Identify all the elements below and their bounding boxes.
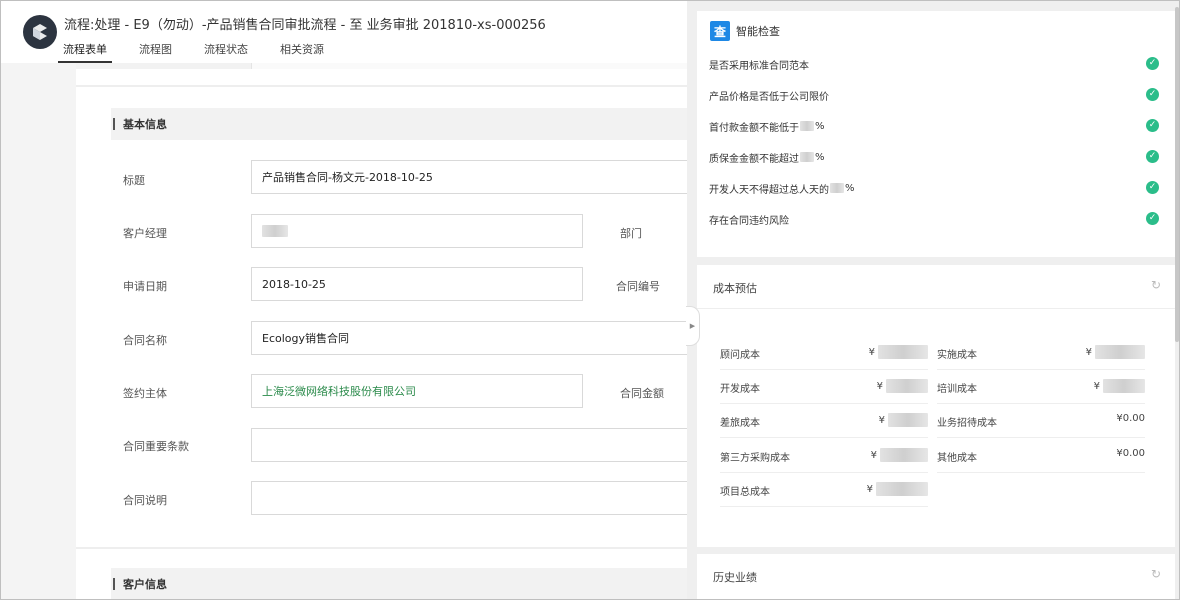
form-top-strip	[76, 63, 687, 69]
smart-check-title: 智能检查	[736, 25, 780, 38]
app-window: 流程:处理 - E9（勿动）-产品销售合同审批流程 - 至 业务审批 20181…	[0, 0, 1180, 600]
collapse-arrow-icon[interactable]: ▶	[686, 306, 700, 346]
check-item-suffix: %	[815, 120, 825, 132]
check-item-suffix: %	[815, 151, 825, 163]
cost-value: ¥0.00	[1116, 413, 1145, 424]
check-item: 产品价格是否低于公司限价 ✓	[709, 86, 1159, 104]
cost-item: 差旅成本 ¥	[720, 404, 928, 438]
contract-name-field[interactable]: Ecology销售合同	[251, 321, 687, 355]
title-field[interactable]: 产品销售合同-杨文元-2018-10-25	[251, 160, 687, 194]
cost-item: 项目总成本 ¥	[720, 473, 928, 507]
field-label-contract-no: 合同编号	[616, 280, 660, 293]
check-item-text: 开发人天不得超过总人天的	[709, 184, 829, 196]
form-area: 基本信息 标题 产品销售合同-杨文元-2018-10-25 客户经理 部门 申请…	[76, 63, 687, 599]
cost-item: 第三方采购成本 ¥	[720, 439, 928, 473]
cost-value: ¥	[877, 379, 928, 393]
field-label-contract-amount: 合同金额	[620, 387, 664, 400]
check-icon: 查	[710, 21, 730, 41]
cost-item: 培训成本 ¥	[937, 370, 1145, 404]
cost-item: 实施成本 ¥	[937, 336, 1145, 370]
cost-value: ¥	[869, 345, 928, 359]
cost-label: 业务招待成本	[937, 418, 997, 429]
cost-label: 实施成本	[937, 350, 977, 361]
check-item: 首付款金额不能低于% ✓	[709, 117, 1159, 135]
side-panel: 查 智能检查 是否采用标准合同范本 ✓ 产品价格是否低于公司限价 ✓ 首付款金额…	[687, 1, 1179, 599]
check-item-text: 是否采用标准合同范本	[709, 60, 809, 72]
smart-check-header: 查 智能检查	[710, 21, 780, 41]
blurred-value	[262, 225, 288, 237]
history-header: 历史业绩 ↻	[697, 554, 1175, 598]
cost-estimate-card: 成本预估 ↻ 顾问成本 ¥ 实施成本 ¥ 开发成本 ¥ 培训成本 ¥ 差旅成本	[697, 265, 1175, 547]
field-label-title: 标题	[123, 174, 145, 187]
cost-item: 其他成本 ¥0.00	[937, 439, 1145, 473]
scrollbar[interactable]	[1175, 7, 1179, 342]
divider	[76, 85, 687, 87]
section-title: 客户信息	[123, 578, 167, 591]
cost-value: ¥	[867, 482, 928, 496]
history-card: 历史业绩 ↻	[697, 554, 1175, 599]
cost-estimate-header: 成本预估 ↻	[697, 265, 1175, 309]
ok-icon: ✓	[1146, 150, 1159, 163]
cost-label: 顾问成本	[720, 350, 760, 361]
tab-flowchart[interactable]: 流程图	[134, 38, 177, 63]
tab-related-resources[interactable]: 相关资源	[275, 38, 329, 63]
ok-icon: ✓	[1146, 181, 1159, 194]
cost-label: 项目总成本	[720, 487, 770, 498]
app-logo-icon	[23, 15, 57, 49]
apply-date-field[interactable]: 2018-10-25	[251, 267, 583, 301]
section-basic-info: 基本信息	[111, 108, 687, 140]
field-label-description: 合同说明	[123, 494, 167, 507]
header: 流程:处理 - E9（勿动）-产品销售合同审批流程 - 至 业务审批 20181…	[1, 1, 687, 63]
field-label-contract-name: 合同名称	[123, 334, 167, 347]
check-item-text: 存在合同违约风险	[709, 215, 789, 227]
cost-value: ¥	[1086, 345, 1145, 359]
signing-party-link[interactable]: 上海泛微网络科技股份有限公司	[251, 374, 583, 408]
section-customer-info: 客户信息	[111, 568, 687, 599]
cost-label: 差旅成本	[720, 418, 760, 429]
cost-item: 业务招待成本 ¥0.00	[937, 404, 1145, 438]
ok-icon: ✓	[1146, 88, 1159, 101]
cost-value: ¥	[871, 448, 928, 462]
manager-field[interactable]	[251, 214, 583, 248]
section-title: 基本信息	[123, 118, 167, 131]
check-item: 质保金金额不能超过% ✓	[709, 148, 1159, 166]
ok-icon: ✓	[1146, 57, 1159, 70]
key-terms-field[interactable]	[251, 428, 687, 462]
cost-label: 第三方采购成本	[720, 453, 790, 464]
cost-value: ¥	[1094, 379, 1145, 393]
cost-label: 培训成本	[937, 384, 977, 395]
cost-label: 开发成本	[720, 384, 760, 395]
check-item-text: 产品价格是否低于公司限价	[709, 91, 829, 103]
field-label-manager: 客户经理	[123, 227, 167, 240]
cost-value: ¥	[879, 413, 928, 427]
description-field[interactable]	[251, 481, 687, 515]
field-label-department: 部门	[620, 227, 642, 240]
cost-item: 开发成本 ¥	[720, 370, 928, 404]
check-item: 存在合同违约风险 ✓	[709, 210, 1159, 228]
field-label-signing-party: 签约主体	[123, 387, 167, 400]
tab-flow-status[interactable]: 流程状态	[199, 38, 253, 63]
field-label-key-terms: 合同重要条款	[123, 440, 189, 453]
refresh-icon[interactable]: ↻	[1151, 567, 1161, 581]
check-item: 开发人天不得超过总人天的% ✓	[709, 179, 1159, 197]
cost-value: ¥0.00	[1116, 448, 1145, 459]
tab-form[interactable]: 流程表单	[58, 38, 112, 63]
check-item-text: 首付款金额不能低于	[709, 122, 799, 134]
main-pane: 流程:处理 - E9（勿动）-产品销售合同审批流程 - 至 业务审批 20181…	[1, 1, 687, 599]
ok-icon: ✓	[1146, 119, 1159, 132]
check-item-suffix: %	[845, 182, 855, 194]
cost-label: 其他成本	[937, 453, 977, 464]
field-label-apply-date: 申请日期	[123, 280, 167, 293]
refresh-icon[interactable]: ↻	[1151, 278, 1161, 292]
check-item-text: 质保金金额不能超过	[709, 153, 799, 165]
smart-check-card: 查 智能检查 是否采用标准合同范本 ✓ 产品价格是否低于公司限价 ✓ 首付款金额…	[697, 11, 1175, 257]
page-title: 流程:处理 - E9（勿动）-产品销售合同审批流程 - 至 业务审批 20181…	[64, 18, 546, 33]
cost-item: 顾问成本 ¥	[720, 336, 928, 370]
tab-bar: 流程表单 流程图 流程状态 相关资源	[58, 38, 351, 63]
check-item: 是否采用标准合同范本 ✓	[709, 55, 1159, 73]
cost-estimate-title: 成本预估	[713, 282, 757, 295]
ok-icon: ✓	[1146, 212, 1159, 225]
history-title: 历史业绩	[713, 571, 757, 584]
divider	[76, 547, 687, 549]
